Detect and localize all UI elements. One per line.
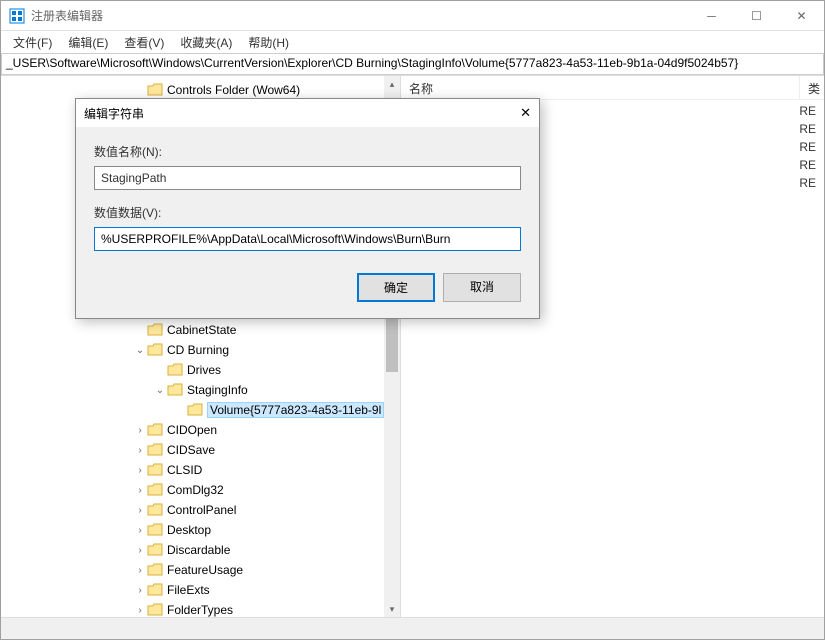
tree-label: CIDOpen bbox=[167, 423, 217, 437]
expander-icon[interactable]: › bbox=[133, 605, 147, 616]
tree-label: FolderTypes bbox=[167, 603, 233, 617]
ok-button[interactable]: 确定 bbox=[357, 273, 435, 302]
folder-icon bbox=[167, 383, 183, 397]
tree-label: ComDlg32 bbox=[167, 483, 224, 497]
folder-icon bbox=[147, 423, 163, 437]
tree-label: FileExts bbox=[167, 583, 210, 597]
scroll-down-icon[interactable]: ▾ bbox=[384, 601, 400, 617]
tree-node[interactable]: › CLSID bbox=[5, 460, 400, 480]
menu-file[interactable]: 文件(F) bbox=[5, 32, 60, 53]
tree-node[interactable]: › FeatureUsage bbox=[5, 560, 400, 580]
expander-icon[interactable]: › bbox=[133, 525, 147, 536]
tree-node[interactable]: › ControlPanel bbox=[5, 500, 400, 520]
window-buttons: ─ ☐ ✕ bbox=[689, 1, 824, 31]
expander-icon[interactable]: › bbox=[133, 585, 147, 596]
maximize-button[interactable]: ☐ bbox=[734, 1, 779, 31]
value-data-label: 数值数据(V): bbox=[94, 204, 521, 221]
tree-label: CabinetState bbox=[167, 323, 236, 337]
dialog-body: 数值名称(N): 数值数据(V): bbox=[76, 127, 539, 259]
tree-label: FeatureUsage bbox=[167, 563, 243, 577]
folder-icon bbox=[147, 523, 163, 537]
expander-icon[interactable]: › bbox=[133, 425, 147, 436]
folder-icon bbox=[147, 323, 163, 337]
expander-icon[interactable]: › bbox=[133, 445, 147, 456]
tree-node[interactable]: › Discardable bbox=[5, 540, 400, 560]
tree-node[interactable]: Drives bbox=[5, 360, 400, 380]
value-name-field[interactable] bbox=[94, 166, 521, 190]
folder-icon bbox=[147, 443, 163, 457]
folder-icon bbox=[147, 83, 163, 97]
address-text: _USER\Software\Microsoft\Windows\Current… bbox=[6, 56, 738, 70]
expander-icon[interactable]: ⌄ bbox=[153, 385, 167, 396]
folder-icon bbox=[147, 563, 163, 577]
column-type[interactable]: 类 bbox=[800, 76, 824, 99]
list-header: 名称 类 bbox=[401, 76, 824, 100]
expander-icon[interactable]: › bbox=[133, 465, 147, 476]
menu-help[interactable]: 帮助(H) bbox=[240, 32, 297, 53]
tree-label: Discardable bbox=[167, 543, 230, 557]
tree-node[interactable]: ⌄ CD Burning bbox=[5, 340, 400, 360]
tree-label: StagingInfo bbox=[187, 383, 248, 397]
value-name-label: 数值名称(N): bbox=[94, 143, 521, 160]
list-row-type[interactable]: RE bbox=[793, 156, 822, 174]
list-row-type[interactable]: RE bbox=[793, 120, 822, 138]
folder-icon bbox=[147, 543, 163, 557]
statusbar bbox=[1, 617, 824, 639]
menu-favorites[interactable]: 收藏夹(A) bbox=[172, 32, 240, 53]
edit-string-dialog: 编辑字符串 ✕ 数值名称(N): 数值数据(V): 确定 取消 bbox=[75, 98, 540, 319]
menubar: 文件(F) 编辑(E) 查看(V) 收藏夹(A) 帮助(H) bbox=[1, 31, 824, 53]
folder-icon bbox=[147, 603, 163, 617]
cancel-button[interactable]: 取消 bbox=[443, 273, 521, 302]
expander-icon[interactable]: › bbox=[133, 565, 147, 576]
list-row-type[interactable]: RE bbox=[793, 102, 822, 120]
folder-icon bbox=[147, 503, 163, 517]
tree-label: Desktop bbox=[167, 523, 211, 537]
titlebar: 注册表编辑器 ─ ☐ ✕ bbox=[1, 1, 824, 31]
dialog-title: 编辑字符串 bbox=[84, 105, 503, 122]
app-icon bbox=[9, 8, 25, 24]
tree-label: CIDSave bbox=[167, 443, 215, 457]
regedit-window: 注册表编辑器 ─ ☐ ✕ 文件(F) 编辑(E) 查看(V) 收藏夹(A) 帮助… bbox=[0, 0, 825, 640]
tree-node[interactable]: CabinetState bbox=[5, 320, 400, 340]
tree-node[interactable]: › CIDSave bbox=[5, 440, 400, 460]
tree-node[interactable]: ⌄ StagingInfo bbox=[5, 380, 400, 400]
tree-node[interactable]: › FileExts bbox=[5, 580, 400, 600]
list-row-type[interactable]: RE bbox=[793, 138, 822, 156]
tree-label: Drives bbox=[187, 363, 221, 377]
expander-icon[interactable]: › bbox=[133, 505, 147, 516]
menu-view[interactable]: 查看(V) bbox=[116, 32, 172, 53]
folder-icon bbox=[147, 583, 163, 597]
close-button[interactable]: ✕ bbox=[779, 1, 824, 31]
tree-node[interactable]: › Desktop bbox=[5, 520, 400, 540]
tree-node[interactable]: › CIDOpen bbox=[5, 420, 400, 440]
tree-node[interactable]: › FolderTypes bbox=[5, 600, 400, 617]
folder-icon bbox=[147, 483, 163, 497]
tree-label: CD Burning bbox=[167, 343, 229, 357]
menu-edit[interactable]: 编辑(E) bbox=[60, 32, 116, 53]
dialog-titlebar: 编辑字符串 ✕ bbox=[76, 99, 539, 127]
scroll-up-icon[interactable]: ▴ bbox=[384, 76, 400, 92]
folder-icon bbox=[147, 343, 163, 357]
minimize-button[interactable]: ─ bbox=[689, 1, 734, 31]
expander-icon[interactable]: ⌄ bbox=[133, 345, 147, 356]
window-title: 注册表编辑器 bbox=[31, 7, 689, 24]
expander-icon[interactable]: › bbox=[133, 485, 147, 496]
folder-icon bbox=[187, 403, 203, 417]
tree-node[interactable]: › ComDlg32 bbox=[5, 480, 400, 500]
folder-icon bbox=[147, 463, 163, 477]
tree-node[interactable]: Volume{5777a823-4a53-11eb-9l bbox=[5, 400, 400, 420]
tree-label: CLSID bbox=[167, 463, 202, 477]
tree-node[interactable]: Controls Folder (Wow64) bbox=[5, 80, 400, 100]
dialog-close-button[interactable]: ✕ bbox=[503, 105, 531, 121]
address-bar[interactable]: _USER\Software\Microsoft\Windows\Current… bbox=[1, 53, 824, 75]
expander-icon[interactable]: › bbox=[133, 545, 147, 556]
column-name[interactable]: 名称 bbox=[401, 76, 800, 99]
tree-label: ControlPanel bbox=[167, 503, 236, 517]
value-data-field[interactable] bbox=[94, 227, 521, 251]
tree-label: Volume{5777a823-4a53-11eb-9l bbox=[207, 402, 384, 418]
folder-icon bbox=[167, 363, 183, 377]
dialog-buttons: 确定 取消 bbox=[76, 259, 539, 318]
list-row-type[interactable]: RE bbox=[793, 174, 822, 192]
tree-label: Controls Folder (Wow64) bbox=[167, 83, 300, 97]
